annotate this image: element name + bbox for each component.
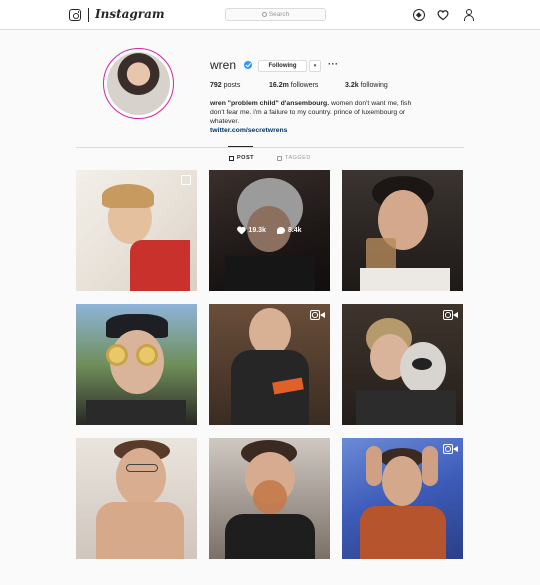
post-thumbnail-3[interactable] [342,170,463,291]
like-heart-icon [237,227,245,234]
posts-count-value: 792 [210,82,222,89]
multiple-photos-icon [181,175,191,185]
verified-badge-icon [244,61,252,69]
tab-tagged-label: TAGGED [285,155,311,161]
more-options-icon[interactable]: ··· [328,60,339,69]
following-count-value: 3.2k [345,82,359,89]
suggestions-dropdown-button[interactable]: ▾ [309,60,321,72]
top-navigation-bar: Instagram Search [0,0,540,30]
active-tab-indicator [228,146,253,147]
likes-count: 19.3k [248,227,266,234]
comments-count: 8.4k [287,227,302,234]
post-thumbnail-6[interactable] [342,304,463,425]
post-thumbnail-9[interactable] [342,438,463,559]
post-thumbnail-2[interactable]: 19.3k 8.4k [209,170,330,291]
instagram-wordmark[interactable]: Instagram [95,7,165,21]
likes-stat: 19.3k [237,227,266,234]
instagram-camera-icon[interactable] [69,9,81,21]
search-input[interactable]: Search [225,8,326,21]
tabs-divider [76,147,464,148]
profile-avatar [107,52,170,115]
grid-icon [229,155,234,161]
logo-divider [88,8,89,22]
profile-username: wren [210,58,237,72]
profile-user-icon[interactable] [463,9,475,21]
comments-stat: 8.4k [276,227,302,234]
video-camera-body [443,310,453,320]
video-camera-icon [443,444,458,454]
explore-compass-icon[interactable] [413,9,425,21]
video-camera-body [443,444,453,454]
video-camera-icon [443,310,458,320]
tab-tagged[interactable]: TAGGED [277,155,311,161]
video-camera-icon [310,310,325,320]
followers-count-label: followers [288,82,319,89]
video-camera-lens [453,446,458,452]
profile-bio: wren "problem child" d'ansembourg. women… [210,99,425,135]
profile-avatar-ring[interactable] [103,48,174,119]
post-thumbnail-8[interactable] [209,438,330,559]
following-count[interactable]: 3.2k following [345,82,388,89]
post-thumbnail-7[interactable] [76,438,197,559]
followers-count-value: 16.2m [269,82,289,89]
followers-count[interactable]: 16.2m followers [269,82,318,89]
post-hover-overlay: 19.3k 8.4k [209,170,330,291]
following-button[interactable]: Following [258,60,307,72]
post-thumbnail-5[interactable] [209,304,330,425]
posts-count-label: posts [221,82,241,89]
post-thumbnail-4[interactable] [76,304,197,425]
tagged-icon [277,155,282,161]
profile-body [464,15,474,21]
tab-posts[interactable]: POST [229,155,254,161]
bio-full-name: wren "problem child" d'ansembourg. [210,100,330,107]
posts-count: 792 posts [210,82,240,89]
search-placeholder: Search [268,11,290,18]
post-thumbnail-1[interactable] [76,170,197,291]
video-camera-body [310,310,320,320]
bio-link[interactable]: twitter.com/secretwrens [210,126,425,135]
tab-posts-label: POST [237,155,254,161]
comment-bubble-icon [276,227,285,234]
video-camera-lens [453,312,458,318]
search-icon [261,12,267,17]
video-camera-lens [320,312,325,318]
activity-heart-icon[interactable] [437,9,449,21]
following-count-label: following [358,82,388,89]
